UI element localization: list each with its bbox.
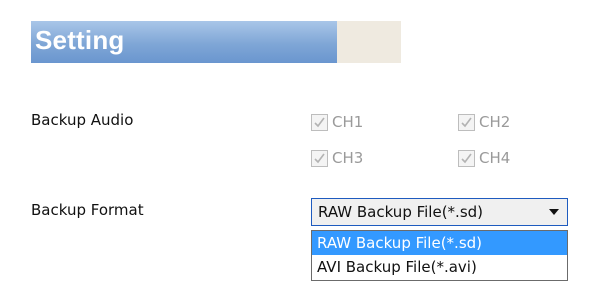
checkbox-label: CH4 <box>479 149 511 167</box>
checkbox-label: CH1 <box>332 113 364 131</box>
checkbox-box[interactable] <box>311 149 328 167</box>
checkbox-ch1[interactable]: CH1 <box>311 111 363 133</box>
checkbox-ch3[interactable]: CH3 <box>311 147 363 169</box>
checkbox-label: CH2 <box>479 113 511 131</box>
checkmark-icon <box>314 117 325 127</box>
checkbox-ch4[interactable]: CH4 <box>458 147 510 169</box>
dropdown-option-avi[interactable]: AVI Backup File(*.avi) <box>312 255 567 279</box>
setting-panel: Setting Backup Audio CH1 CH2 CH3 CH4 Bac… <box>0 0 606 291</box>
checkmark-icon <box>461 117 472 127</box>
chevron-down-icon[interactable] <box>541 199 567 225</box>
checkbox-box[interactable] <box>458 149 475 167</box>
backup-format-select[interactable]: RAW Backup File(*.sd) <box>311 198 568 226</box>
section-header-bar: Setting <box>31 21 337 63</box>
backup-audio-label: Backup Audio <box>31 111 134 129</box>
section-header: Setting <box>31 21 401 63</box>
checkbox-label: CH3 <box>332 149 364 167</box>
checkmark-icon <box>461 153 472 163</box>
checkbox-box[interactable] <box>311 113 328 131</box>
backup-format-label: Backup Format <box>31 201 144 219</box>
checkmark-icon <box>314 153 325 163</box>
backup-format-selected-value: RAW Backup File(*.sd) <box>318 203 484 221</box>
checkbox-box[interactable] <box>458 113 475 131</box>
section-title: Setting <box>35 25 125 55</box>
backup-format-dropdown: RAW Backup File(*.sd) AVI Backup File(*.… <box>311 230 568 281</box>
checkbox-ch2[interactable]: CH2 <box>458 111 510 133</box>
dropdown-option-raw[interactable]: RAW Backup File(*.sd) <box>312 231 567 255</box>
